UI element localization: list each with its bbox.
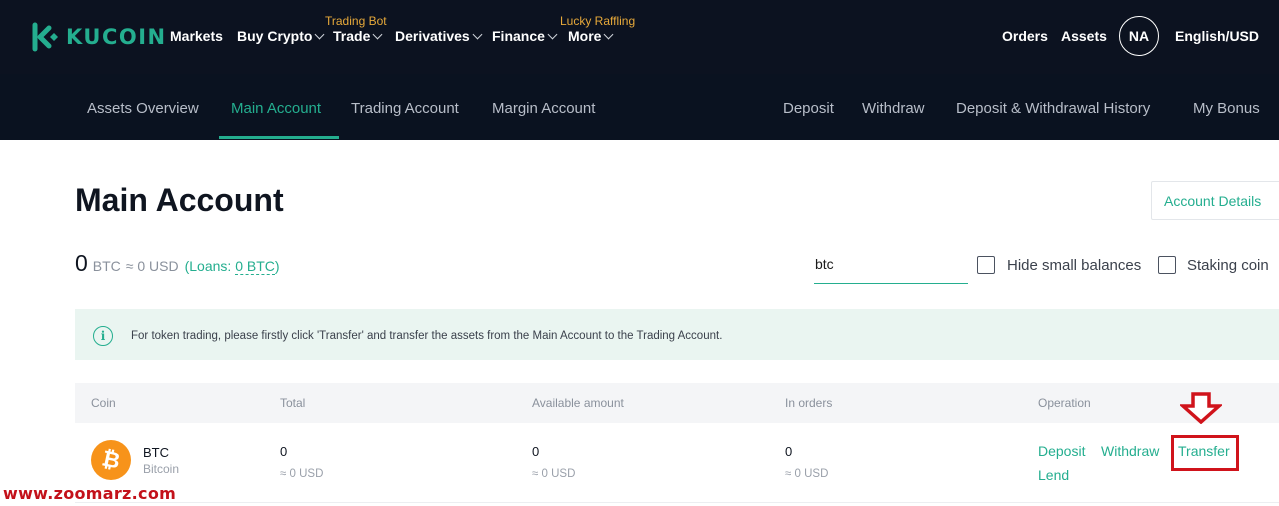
header-operation: Operation — [1038, 396, 1091, 410]
in-orders-usd: ≈ 0 USD — [785, 468, 829, 480]
account-details-button[interactable]: Account Details — [1151, 181, 1279, 220]
nav-derivatives-label: Derivatives — [395, 28, 470, 44]
nav-orders[interactable]: Orders — [1002, 28, 1048, 44]
page-title: Main Account — [75, 182, 284, 218]
deposit-link[interactable]: Deposit — [1038, 443, 1085, 459]
notice-text: For token trading, please firstly click … — [131, 330, 723, 342]
transfer-highlight-box — [1171, 435, 1239, 471]
loans-prefix: (Loans: — [184, 258, 232, 274]
assets-table-header: Coin Total Available amount In orders Op… — [75, 383, 1279, 423]
nav-finance-label: Finance — [492, 28, 545, 44]
withdraw-link[interactable]: Withdraw — [1101, 443, 1159, 459]
top-navigation-bar: KUCOIN Markets Buy Crypto Trading Bot Tr… — [0, 0, 1279, 74]
kucoin-logo[interactable]: KUCOIN — [32, 22, 167, 52]
in-orders-value: 0 — [785, 444, 793, 459]
staking-coin-toggle[interactable]: Staking coin — [1158, 256, 1269, 274]
balance-usd: ≈ 0 USD — [125, 258, 179, 274]
coin-name: Bitcoin — [143, 462, 180, 476]
nav-markets[interactable]: Markets — [170, 28, 223, 44]
table-row: ₿ BTC Bitcoin 0 ≈ 0 USD 0 ≈ 0 USD 0 ≈ 0 … — [75, 423, 1279, 503]
nav-more-label: More — [568, 28, 602, 44]
nav-buy-crypto-label: Buy Crypto — [237, 28, 313, 44]
nav-assets[interactable]: Assets — [1061, 28, 1107, 44]
loans-info: (Loans: 0 BTC) — [184, 258, 280, 275]
info-icon: i — [93, 326, 113, 346]
balance-amount: 0 — [75, 250, 88, 276]
chevron-down-icon — [315, 29, 325, 40]
available-usd: ≈ 0 USD — [532, 468, 576, 480]
staking-coin-label: Staking coin — [1187, 256, 1269, 274]
brand-name: KUCOIN — [66, 25, 167, 49]
chevron-down-icon — [604, 29, 614, 40]
balance-summary: 0 BTC ≈ 0 USD (Loans: 0 BTC) — [75, 250, 280, 277]
loans-suffix: ) — [274, 258, 280, 274]
subnav-deposit-link[interactable]: Deposit — [783, 100, 834, 117]
nav-more-tag: Lucky Raffling — [560, 14, 636, 28]
balance-unit: BTC — [92, 258, 121, 274]
nav-more[interactable]: More — [568, 28, 614, 44]
staking-coin-checkbox[interactable] — [1158, 256, 1176, 274]
lend-link[interactable]: Lend — [1038, 467, 1069, 483]
kucoin-logo-icon — [32, 22, 58, 52]
nav-derivatives[interactable]: Derivatives — [395, 28, 483, 44]
chevron-down-icon — [372, 29, 383, 40]
total-value: 0 — [280, 444, 288, 459]
nav-trade[interactable]: Trade — [333, 28, 383, 44]
locale-selector[interactable]: English/USD — [1175, 28, 1259, 44]
subnav-my-bonus-link[interactable]: My Bonus — [1193, 100, 1260, 117]
account-details-label: Account Details — [1164, 192, 1262, 209]
nav-finance[interactable]: Finance — [492, 28, 558, 44]
coin-symbol: BTC — [143, 445, 169, 460]
active-tab-indicator — [219, 136, 339, 139]
available-value: 0 — [532, 444, 540, 459]
tab-trading-account[interactable]: Trading Account — [351, 100, 459, 117]
account-sub-navigation: Assets Overview Main Account Trading Acc… — [0, 74, 1279, 140]
total-usd: ≈ 0 USD — [280, 468, 324, 480]
coin-search-input[interactable] — [814, 251, 968, 284]
transfer-notice-banner: i For token trading, please firstly clic… — [75, 309, 1279, 360]
bitcoin-icon: ₿ — [91, 440, 131, 480]
nav-buy-crypto[interactable]: Buy Crypto — [237, 28, 325, 44]
tab-assets-overview[interactable]: Assets Overview — [87, 100, 199, 117]
subnav-withdraw-link[interactable]: Withdraw — [862, 100, 925, 117]
hide-small-balances-checkbox[interactable] — [977, 256, 995, 274]
avatar-initials: NA — [1128, 28, 1150, 44]
arrow-down-icon — [1180, 392, 1222, 424]
chevron-down-icon — [472, 29, 483, 40]
user-avatar[interactable]: NA — [1119, 16, 1159, 56]
nav-trade-label: Trade — [333, 28, 371, 44]
header-coin: Coin — [91, 396, 116, 410]
header-in-orders: In orders — [785, 396, 833, 410]
tab-margin-account[interactable]: Margin Account — [492, 100, 595, 117]
header-total: Total — [280, 396, 306, 410]
subnav-history-link[interactable]: Deposit & Withdrawal History — [956, 100, 1150, 117]
tab-main-account[interactable]: Main Account — [231, 100, 321, 117]
hide-small-balances-label: Hide small balances — [1007, 256, 1142, 274]
nav-trade-tag: Trading Bot — [325, 14, 387, 28]
hide-small-balances-toggle[interactable]: Hide small balances — [977, 256, 1141, 274]
watermark: www.zoomarz.com — [3, 484, 177, 503]
header-available: Available amount — [532, 396, 624, 410]
loans-link[interactable]: 0 BTC — [235, 258, 275, 275]
nav-markets-label: Markets — [170, 28, 223, 44]
chevron-down-icon — [547, 29, 558, 40]
